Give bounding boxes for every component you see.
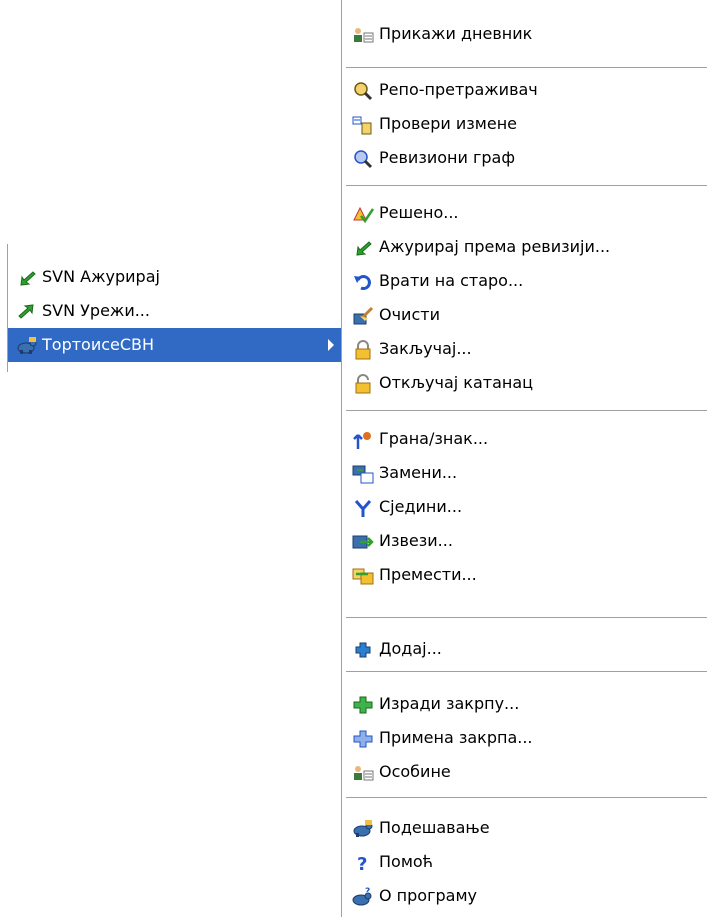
repo-browser-menu-item[interactable]: Репо-претраживач <box>342 73 707 107</box>
separator <box>346 185 707 186</box>
revert-label: Врати на старо... <box>379 271 524 290</box>
relocate-icon <box>352 565 374 587</box>
properties-menu-item[interactable]: Особине <box>342 755 707 789</box>
switch-label: Замени... <box>379 463 458 482</box>
revision-graph-icon <box>352 148 374 170</box>
svn-commit-label: SVN Урежи... <box>42 301 150 320</box>
svn-commit-icon <box>16 301 38 323</box>
update-to-revision-label: Ажурирај према ревизији... <box>379 237 611 256</box>
properties-icon <box>352 762 374 784</box>
help-menu-item[interactable]: ? Помоћ <box>342 845 707 879</box>
svg-text:?: ? <box>357 854 367 873</box>
context-menu: SVN Ажурирај SVN Урежи... ТортоисеСВН <box>7 244 342 372</box>
resolved-menu-item[interactable]: Решено... <box>342 196 707 230</box>
about-menu-item[interactable]: ? О програму <box>342 879 707 913</box>
properties-label: Особине <box>379 762 451 781</box>
lock-label: Закључај... <box>379 339 472 358</box>
branch-tag-icon <box>352 429 374 451</box>
revert-menu-item[interactable]: Врати на старо... <box>342 264 707 298</box>
switch-icon <box>352 463 374 485</box>
resolved-icon <box>352 203 374 225</box>
merge-menu-item[interactable]: Сједини... <box>342 490 707 524</box>
update-to-revision-menu-item[interactable]: Ажурирај према ревизији... <box>342 230 707 264</box>
svn-commit-menu-item[interactable]: SVN Урежи... <box>8 294 342 328</box>
check-modifications-menu-item[interactable]: Провери измене <box>342 107 707 141</box>
unlock-menu-item[interactable]: Откључај катанац <box>342 366 707 400</box>
lock-icon <box>352 339 374 361</box>
unlock-icon <box>352 373 374 395</box>
relocate-label: Премести... <box>379 565 477 584</box>
branch-tag-menu-item[interactable]: Грана/знак... <box>342 422 707 456</box>
show-log-icon <box>352 24 374 46</box>
add-icon <box>352 639 374 661</box>
update-to-revision-icon <box>352 237 374 259</box>
resolved-label: Решено... <box>379 203 459 222</box>
merge-label: Сједини... <box>379 497 463 516</box>
help-icon: ? <box>352 852 374 874</box>
cleanup-label: Очисти <box>379 305 440 324</box>
create-patch-menu-item[interactable]: Изради закрпу... <box>342 687 707 721</box>
apply-patch-icon <box>352 728 374 750</box>
relocate-menu-item[interactable]: Премести... <box>342 558 707 592</box>
separator <box>346 797 707 798</box>
revert-icon <box>352 271 374 293</box>
cleanup-icon <box>352 305 374 327</box>
separator <box>346 617 707 618</box>
export-label: Извези... <box>379 531 453 550</box>
submenu-arrow-icon <box>328 339 334 351</box>
tortoisesvn-icon <box>16 335 38 357</box>
branch-tag-label: Грана/знак... <box>379 429 489 448</box>
settings-label: Подешавање <box>379 818 490 837</box>
show-log-label: Прикажи дневник <box>379 24 533 43</box>
export-icon <box>352 531 374 553</box>
repo-browser-icon <box>352 80 374 102</box>
tortoisesvn-label: ТортоисеСВН <box>42 335 155 354</box>
separator <box>346 671 707 672</box>
check-modifications-icon <box>352 114 374 136</box>
settings-icon <box>352 818 374 840</box>
lock-menu-item[interactable]: Закључај... <box>342 332 707 366</box>
export-menu-item[interactable]: Извези... <box>342 524 707 558</box>
switch-menu-item[interactable]: Замени... <box>342 456 707 490</box>
about-icon: ? <box>352 886 374 908</box>
help-label: Помоћ <box>379 852 434 871</box>
svg-text:?: ? <box>365 887 370 897</box>
tortoisesvn-menu-item[interactable]: ТортоисеСВН <box>8 328 342 362</box>
separator <box>346 410 707 411</box>
show-log-menu-item[interactable]: Прикажи дневник <box>342 17 707 51</box>
about-label: О програму <box>379 886 477 905</box>
svn-update-icon <box>16 267 38 289</box>
svn-update-label: SVN Ажурирај <box>42 267 160 286</box>
add-label: Додај... <box>379 639 442 658</box>
repo-browser-label: Репо-претраживач <box>379 80 538 99</box>
apply-patch-label: Примена закрпа... <box>379 728 533 747</box>
settings-menu-item[interactable]: Подешавање <box>342 811 707 845</box>
add-menu-item[interactable]: Додај... <box>342 632 707 666</box>
revision-graph-label: Ревизиони граф <box>379 148 516 167</box>
apply-patch-menu-item[interactable]: Примена закрпа... <box>342 721 707 755</box>
revision-graph-menu-item[interactable]: Ревизиони граф <box>342 141 707 175</box>
separator <box>346 67 707 68</box>
unlock-label: Откључај катанац <box>379 373 534 392</box>
tortoisesvn-submenu: Прикажи дневник Репо-претраживач Провери… <box>341 0 707 917</box>
create-patch-label: Изради закрпу... <box>379 694 520 713</box>
merge-icon <box>352 497 374 519</box>
check-modifications-label: Провери измене <box>379 114 518 133</box>
create-patch-icon <box>352 694 374 716</box>
cleanup-menu-item[interactable]: Очисти <box>342 298 707 332</box>
svn-update-menu-item[interactable]: SVN Ажурирај <box>8 260 342 294</box>
